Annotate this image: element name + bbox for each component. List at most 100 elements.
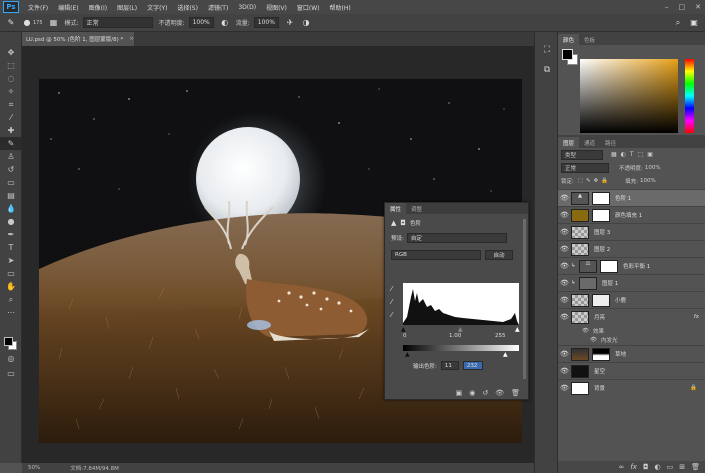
output-slider-white[interactable]: ▲ — [503, 351, 508, 358]
layer-3[interactable]: 👁 图层 3 — [558, 223, 705, 240]
eye-icon[interactable]: 👁 — [590, 337, 597, 343]
fill-value[interactable]: 100% — [640, 178, 656, 184]
layer-starry-sky[interactable]: 👁 星空 — [558, 362, 705, 379]
delete-icon[interactable]: 🗑 — [511, 389, 520, 397]
levels-histogram[interactable] — [403, 283, 519, 325]
airbrush-icon[interactable]: ✈ — [285, 18, 295, 28]
properties-scrollbar[interactable] — [523, 219, 526, 379]
move-tool-icon[interactable]: ✥ — [0, 46, 22, 59]
tab-adjustments[interactable]: 调整 — [406, 203, 427, 214]
input-slider-gray[interactable]: ▲ — [458, 326, 463, 333]
quick-mask-icon[interactable]: ◎ — [0, 352, 22, 365]
view-previous-icon[interactable]: ◉ — [469, 389, 475, 397]
input-black-value[interactable]: 0 — [403, 333, 407, 339]
layer-color-balance-1[interactable]: 👁 ↳ ⚖ 色彩平衡 1 — [558, 257, 705, 274]
maximize-icon[interactable]: □ — [679, 3, 686, 11]
brush-preset-icon[interactable]: ● — [22, 18, 32, 28]
hand-tool-icon[interactable]: ✋ — [0, 280, 22, 293]
layer-mask-thumbnail[interactable] — [600, 259, 618, 273]
dodge-tool-icon[interactable]: ● — [0, 215, 22, 228]
layer-mask-thumbnail[interactable] — [592, 347, 610, 361]
gradient-tool-icon[interactable]: ▤ — [0, 189, 22, 202]
healing-tool-icon[interactable]: ✚ — [0, 124, 22, 137]
brush-tool-icon[interactable]: ✎ — [0, 137, 22, 150]
add-mask-icon[interactable]: ◘ — [643, 463, 649, 471]
eye-icon[interactable]: 👁 — [558, 262, 571, 270]
menu-view[interactable]: 视图(V) — [261, 3, 292, 12]
layer-fawn[interactable]: 👁 小鹿 — [558, 291, 705, 308]
stamp-tool-icon[interactable]: ♙ — [0, 150, 22, 163]
tab-paths[interactable]: 路径 — [600, 137, 621, 148]
layer-grass[interactable]: 👁 草地 — [558, 345, 705, 362]
layer-2[interactable]: 👁 图层 2 — [558, 240, 705, 257]
fx-icon[interactable]: fx — [694, 314, 699, 320]
eye-icon[interactable]: 👁 — [558, 194, 571, 202]
layer-opacity-value[interactable]: 100% — [645, 165, 661, 171]
delete-layer-icon[interactable]: 🗑 — [691, 463, 700, 471]
type-tool-icon[interactable]: T — [0, 241, 22, 254]
eye-icon[interactable]: 👁 — [558, 211, 571, 219]
tab-channels[interactable]: 通道 — [579, 137, 600, 148]
brush-panel-icon[interactable]: ▦ — [49, 18, 59, 28]
tab-properties[interactable]: 属性 — [385, 203, 407, 214]
menu-window[interactable]: 窗口(W) — [292, 3, 325, 12]
channel-select[interactable]: RGB — [391, 250, 481, 260]
layer-1[interactable]: 👁 ↳ 图层 1 — [558, 274, 705, 291]
eye-icon[interactable]: 👁 — [558, 296, 571, 304]
document-tab[interactable]: LU.psd @ 50% (色阶 1, 图层蒙版/8) * × — [22, 32, 134, 46]
input-slider-black[interactable]: ▲ — [401, 326, 406, 333]
menu-help[interactable]: 帮助(H) — [325, 3, 356, 12]
input-slider-white[interactable]: ▲ — [515, 326, 520, 333]
layer-mask-thumbnail[interactable] — [592, 191, 610, 205]
pen-tool-icon[interactable]: ✒ — [0, 228, 22, 241]
input-gamma-value[interactable]: 1.00 — [449, 333, 461, 339]
menu-filter[interactable]: 滤镜(T) — [203, 3, 233, 12]
brush-tool-icon[interactable]: ✎ — [6, 18, 16, 28]
output-white-field[interactable]: 232 — [462, 361, 483, 370]
new-adjustment-icon[interactable]: ◐ — [655, 463, 661, 471]
color-panel-foreground-swatch[interactable] — [562, 49, 573, 60]
screen-mode-icon[interactable]: ▭ — [0, 367, 22, 380]
zoom-level[interactable]: 50% — [28, 465, 40, 471]
auto-button[interactable]: 自动 — [485, 250, 513, 260]
pressure-size-icon[interactable]: ◑ — [301, 18, 311, 28]
blur-tool-icon[interactable]: 💧 — [0, 202, 22, 215]
properties-panel-icon[interactable]: ⧉ — [535, 60, 559, 80]
layer-moon[interactable]: 👁 月亮 fx — [558, 308, 705, 325]
layer-mask-thumbnail[interactable] — [592, 208, 610, 222]
link-layers-icon[interactable]: ∞ — [619, 463, 625, 471]
input-white-value[interactable]: 255 — [495, 333, 506, 339]
hue-slider[interactable] — [685, 59, 694, 133]
layer-levels-1[interactable]: 👁 ▲ 色阶 1 — [558, 189, 705, 206]
output-slider-black[interactable]: ▲ — [405, 351, 410, 358]
mask-icon[interactable]: ◘ — [400, 219, 406, 227]
quick-select-tool-icon[interactable]: ✧ — [0, 85, 22, 98]
new-layer-icon[interactable]: ⊞ — [679, 463, 685, 471]
menu-select[interactable]: 选择(S) — [172, 3, 203, 12]
eye-icon[interactable]: 👁 — [558, 384, 571, 392]
tab-color[interactable]: 颜色 — [558, 34, 580, 45]
more-tools-icon[interactable]: ⋯ — [0, 306, 22, 319]
layer-filter-select[interactable]: 类型 — [561, 149, 603, 160]
black-point-eyedropper-icon[interactable]: ⁄ — [391, 285, 392, 293]
eye-icon[interactable]: 👁 — [558, 313, 571, 321]
new-group-icon[interactable]: ▭ — [667, 463, 674, 471]
clip-to-layer-icon[interactable]: ▣ — [456, 389, 463, 397]
color-saturation-field[interactable] — [580, 59, 678, 133]
reset-icon[interactable]: ↺ — [482, 389, 488, 397]
eye-icon[interactable]: 👁 — [558, 350, 571, 358]
minimize-icon[interactable]: – — [665, 3, 669, 11]
history-panel-icon[interactable]: ⛶ — [535, 40, 559, 60]
menu-type[interactable]: 文字(Y) — [142, 3, 172, 12]
blend-mode-select[interactable]: 正常 — [561, 162, 609, 173]
path-select-tool-icon[interactable]: ➤ — [0, 254, 22, 267]
layer-background[interactable]: 👁 背景 🔒 — [558, 379, 705, 396]
workspace-icon[interactable]: ▣ — [689, 18, 699, 28]
marquee-tool-icon[interactable]: ⬚ — [0, 59, 22, 72]
zoom-tool-icon[interactable]: ⌕ — [0, 293, 22, 306]
menu-3d[interactable]: 3D(D) — [233, 4, 261, 11]
opacity-field[interactable]: 100% — [188, 17, 214, 28]
tab-layers[interactable]: 图层 — [558, 137, 580, 148]
menu-image[interactable]: 图像(I) — [84, 3, 112, 12]
eyedropper-tool-icon[interactable]: ⁄ — [0, 111, 22, 124]
